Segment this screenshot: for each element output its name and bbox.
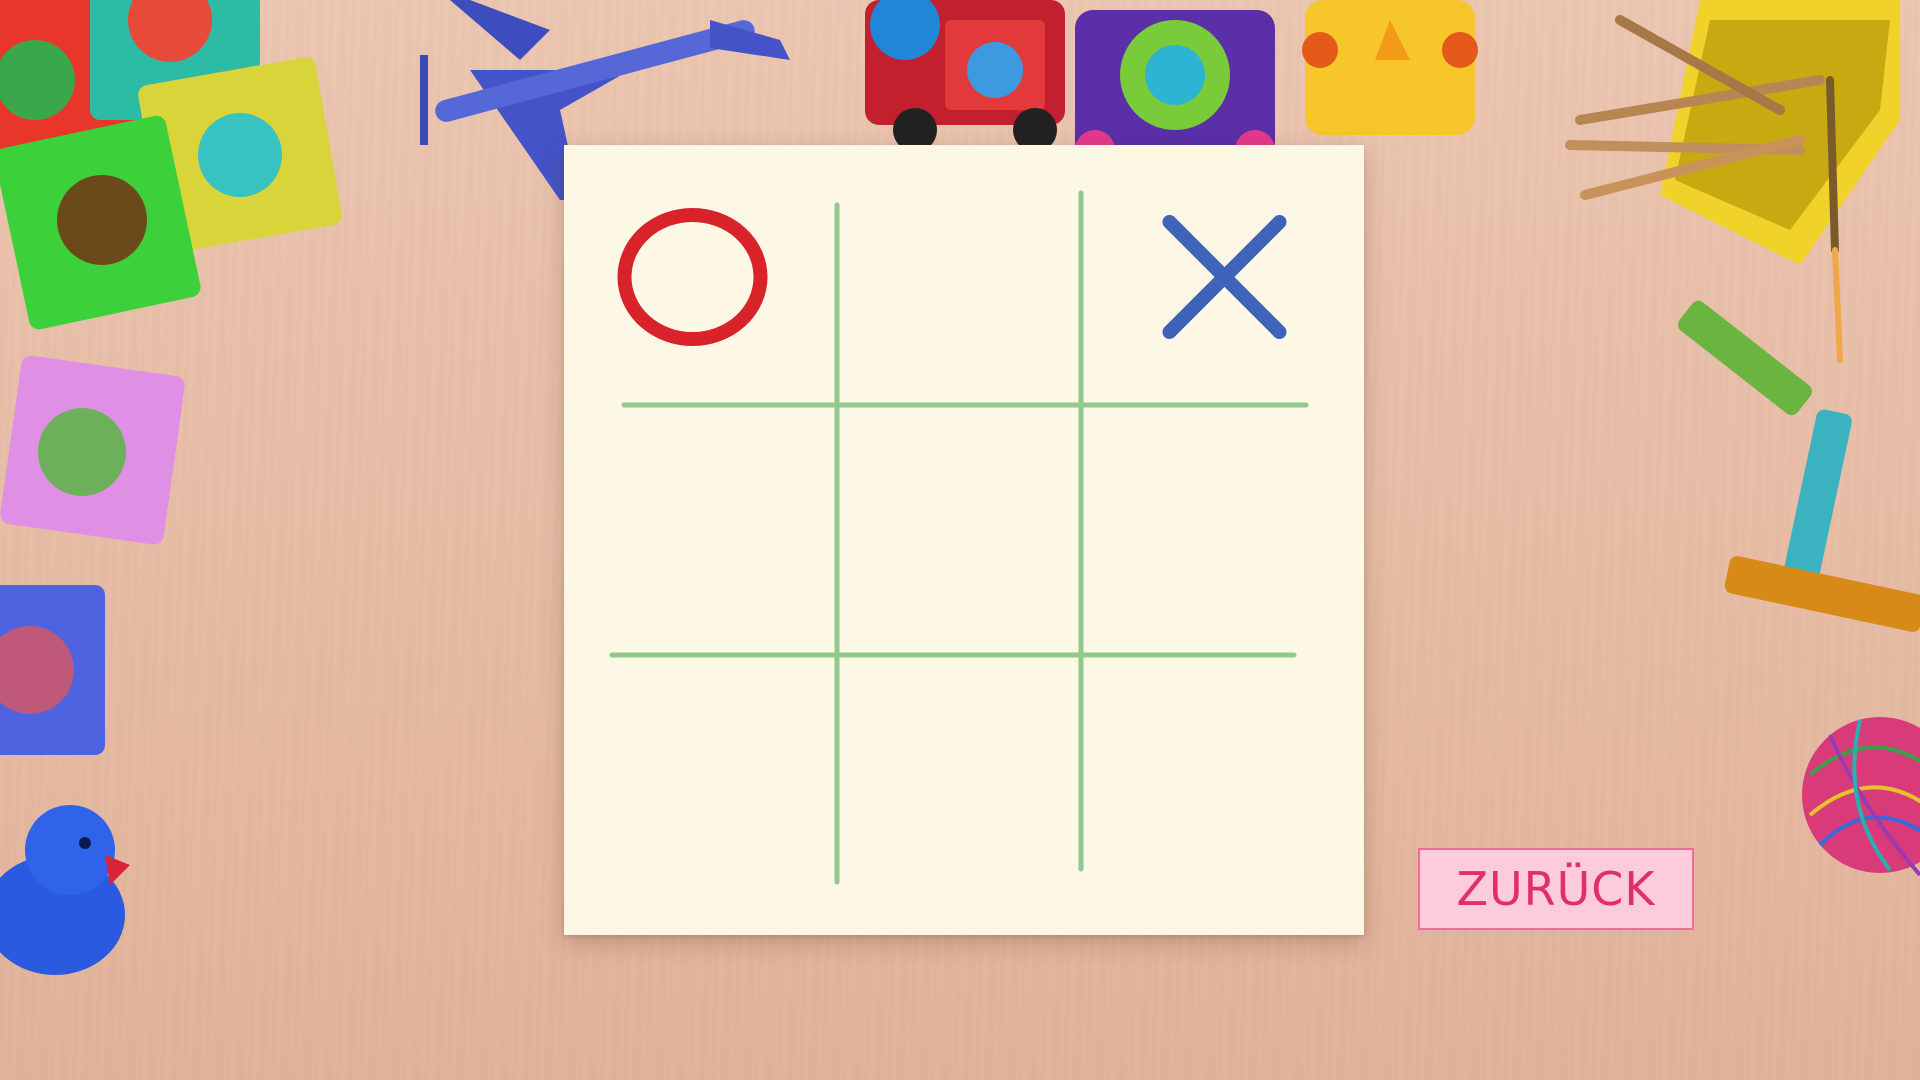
board-cell-1-2[interactable] bbox=[837, 145, 1081, 405]
game-paper bbox=[564, 145, 1364, 935]
board-cell-3-3[interactable] bbox=[1081, 655, 1364, 935]
wax-crayons-icon bbox=[1678, 300, 1920, 632]
yarn-ball-icon bbox=[1802, 717, 1920, 877]
board-cell-1-3[interactable] bbox=[1081, 145, 1364, 405]
board-cell-3-2[interactable] bbox=[837, 655, 1081, 935]
board-cell-2-3[interactable] bbox=[1081, 405, 1364, 655]
tic-tac-toe-board bbox=[564, 145, 1364, 935]
back-button[interactable]: ZURÜCK bbox=[1418, 848, 1694, 930]
board-cell-2-2[interactable] bbox=[837, 405, 1081, 655]
rubber-duck-icon bbox=[0, 805, 130, 975]
board-cell-1-1[interactable] bbox=[564, 145, 837, 405]
board-cell-3-1[interactable] bbox=[564, 655, 837, 935]
board-cell-2-1[interactable] bbox=[564, 405, 837, 655]
board-cells bbox=[564, 145, 1364, 935]
